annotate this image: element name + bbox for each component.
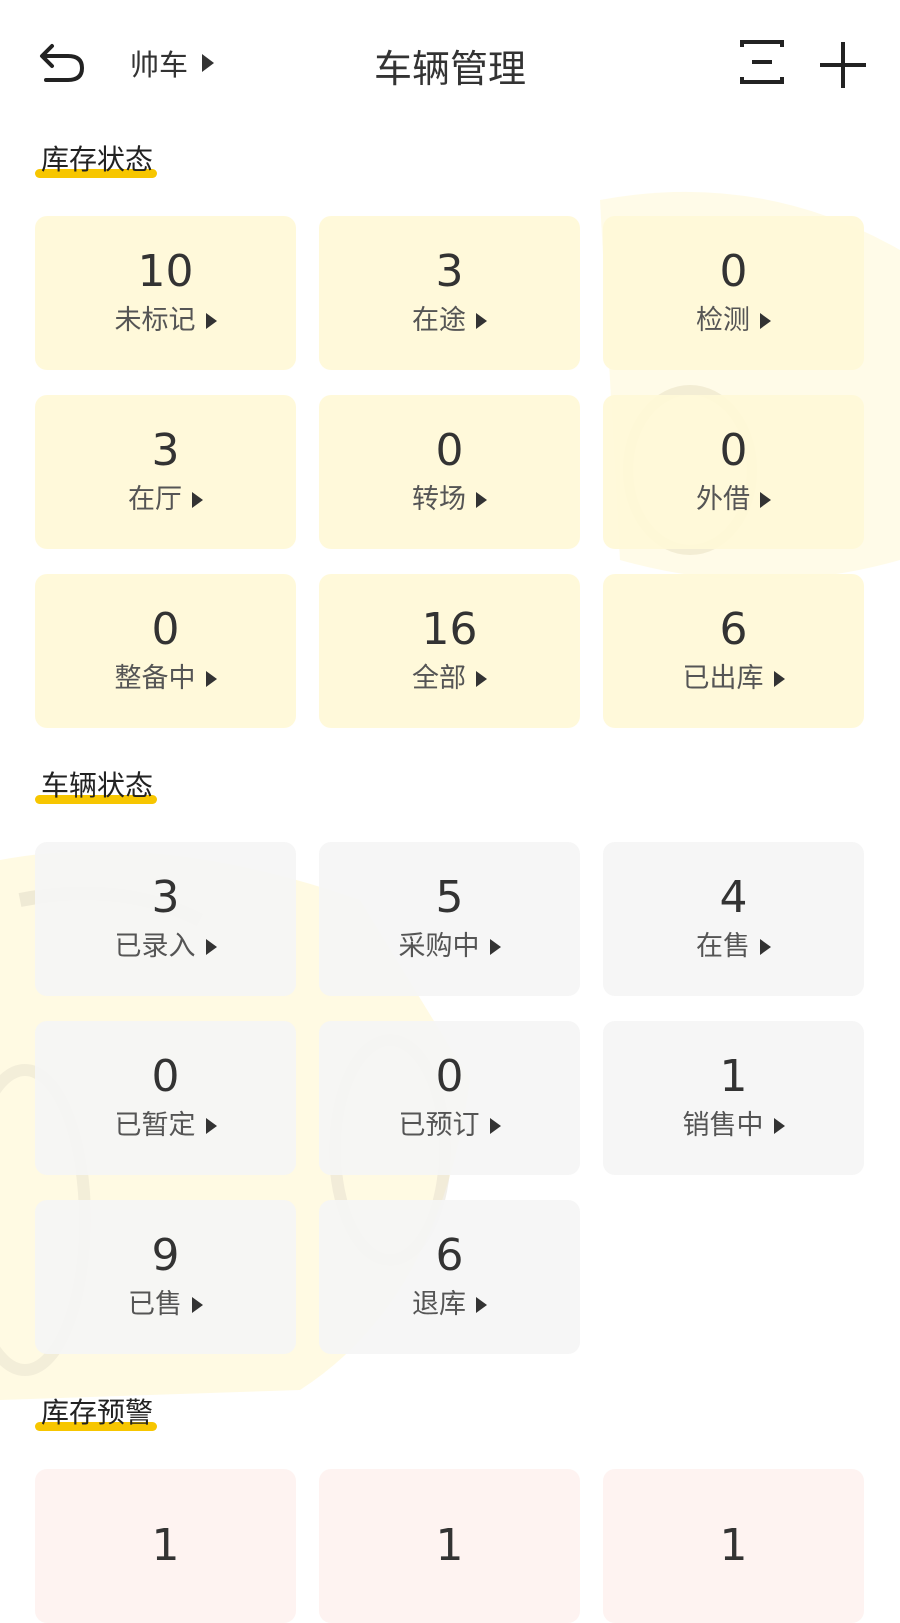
triangle-right-icon xyxy=(205,671,217,687)
status-label: 全部 xyxy=(412,663,466,694)
warning-count: 1 xyxy=(435,1520,464,1571)
plus-icon xyxy=(820,42,866,88)
status-card-on-sale[interactable]: 4 在售 xyxy=(603,842,864,996)
status-label: 已暂定 xyxy=(114,1110,196,1141)
status-card-in-showroom[interactable]: 3 在厅 xyxy=(35,395,296,549)
status-card-returned[interactable]: 6 退库 xyxy=(319,1200,580,1354)
brand-label: 帅车 xyxy=(130,48,189,82)
triangle-right-icon xyxy=(192,492,203,508)
vehicle-status-section: 车辆状态 3 已录入 5 采购中 4 在售 0 已暂定 0 已预订 1 销售中 … xyxy=(35,766,865,1354)
status-card-selling[interactable]: 1 销售中 xyxy=(603,1021,864,1175)
status-count: 0 xyxy=(151,1051,180,1102)
triangle-right-icon xyxy=(760,492,771,508)
section-title-text: 车辆状态 xyxy=(41,769,154,802)
triangle-right-icon xyxy=(773,1118,785,1134)
section-title-text: 库存预警 xyxy=(41,1396,154,1429)
status-label: 已售 xyxy=(128,1289,182,1320)
status-count: 3 xyxy=(435,246,464,297)
status-label: 销售中 xyxy=(682,1110,764,1141)
section-title: 车辆状态 xyxy=(35,766,158,806)
section-title: 库存预警 xyxy=(35,1393,158,1433)
status-count: 5 xyxy=(435,872,464,923)
status-card-sold[interactable]: 9 已售 xyxy=(35,1200,296,1354)
triangle-right-icon xyxy=(192,1297,203,1313)
triangle-right-icon xyxy=(489,939,501,955)
triangle-right-icon xyxy=(760,313,771,329)
status-label: 检测 xyxy=(696,305,750,336)
status-label: 整备中 xyxy=(114,663,196,694)
triangle-right-icon xyxy=(760,939,771,955)
status-label: 未标记 xyxy=(114,305,196,336)
status-count: 3 xyxy=(151,425,180,476)
triangle-right-icon xyxy=(476,313,487,329)
warning-count: 1 xyxy=(719,1520,748,1571)
filter-button[interactable] xyxy=(738,38,786,86)
status-label: 外借 xyxy=(696,484,750,515)
status-label: 已预订 xyxy=(398,1110,480,1141)
status-count: 0 xyxy=(435,1051,464,1102)
section-title: 库存状态 xyxy=(35,140,158,180)
back-button[interactable] xyxy=(38,40,90,88)
triangle-right-icon xyxy=(476,671,487,687)
status-card-all[interactable]: 16 全部 xyxy=(319,574,580,728)
status-card-reserved[interactable]: 0 已预订 xyxy=(319,1021,580,1175)
triangle-right-icon xyxy=(773,671,785,687)
triangle-right-icon xyxy=(489,1118,501,1134)
status-count: 10 xyxy=(137,246,194,297)
status-card-purchasing[interactable]: 5 采购中 xyxy=(319,842,580,996)
status-label: 已录入 xyxy=(114,931,196,962)
top-bar: 帅车 车辆管理 xyxy=(0,0,900,125)
add-vehicle-button[interactable] xyxy=(818,40,868,90)
status-count: 3 xyxy=(151,872,180,923)
warning-count: 1 xyxy=(151,1520,180,1571)
status-label: 采购中 xyxy=(398,931,480,962)
inventory-warning-section: 库存预警 1 1 1 xyxy=(35,1393,865,1623)
status-label: 在厅 xyxy=(128,484,182,515)
triangle-right-icon xyxy=(205,939,217,955)
status-count: 6 xyxy=(719,604,748,655)
inventory-status-grid: 10 未标记 3 在途 0 检测 3 在厅 0 转场 0 外借 0 整备中 16 xyxy=(35,216,865,728)
status-card-in-transit[interactable]: 3 在途 xyxy=(319,216,580,370)
status-count: 1 xyxy=(719,1051,748,1102)
status-card-lent-out[interactable]: 0 外借 xyxy=(603,395,864,549)
status-label: 在途 xyxy=(412,305,466,336)
status-card-unmarked[interactable]: 10 未标记 xyxy=(35,216,296,370)
brand-switch-dropdown[interactable]: 帅车 xyxy=(130,43,215,83)
status-card-checked-out[interactable]: 6 已出库 xyxy=(603,574,864,728)
status-card-inspection[interactable]: 0 检测 xyxy=(603,216,864,370)
triangle-right-icon xyxy=(205,1118,217,1134)
inventory-status-section: 库存状态 10 未标记 3 在途 0 检测 3 在厅 0 转场 0 外借 0 整… xyxy=(35,140,865,728)
triangle-right-icon xyxy=(476,1297,487,1313)
status-count: 9 xyxy=(151,1230,180,1281)
status-count: 0 xyxy=(435,425,464,476)
status-label: 转场 xyxy=(412,484,466,515)
status-card-transfer[interactable]: 0 转场 xyxy=(319,395,580,549)
status-count: 16 xyxy=(421,604,478,655)
status-count: 0 xyxy=(719,246,748,297)
status-label: 已出库 xyxy=(682,663,764,694)
section-title-text: 库存状态 xyxy=(41,143,154,176)
vehicle-status-grid: 3 已录入 5 采购中 4 在售 0 已暂定 0 已预订 1 销售中 9 已售 … xyxy=(35,842,865,1354)
status-label: 退库 xyxy=(412,1289,466,1320)
triangle-right-icon xyxy=(202,54,215,72)
status-card-on-hold[interactable]: 0 已暂定 xyxy=(35,1021,296,1175)
status-label: 在售 xyxy=(696,931,750,962)
status-count: 6 xyxy=(435,1230,464,1281)
back-arrow-icon xyxy=(40,44,85,82)
status-count: 0 xyxy=(151,604,180,655)
filter-lines-icon xyxy=(740,40,784,84)
triangle-right-icon xyxy=(205,313,217,329)
status-card-reconditioning[interactable]: 0 整备中 xyxy=(35,574,296,728)
triangle-right-icon xyxy=(476,492,487,508)
status-count: 4 xyxy=(719,872,748,923)
status-card-entered[interactable]: 3 已录入 xyxy=(35,842,296,996)
status-count: 0 xyxy=(719,425,748,476)
